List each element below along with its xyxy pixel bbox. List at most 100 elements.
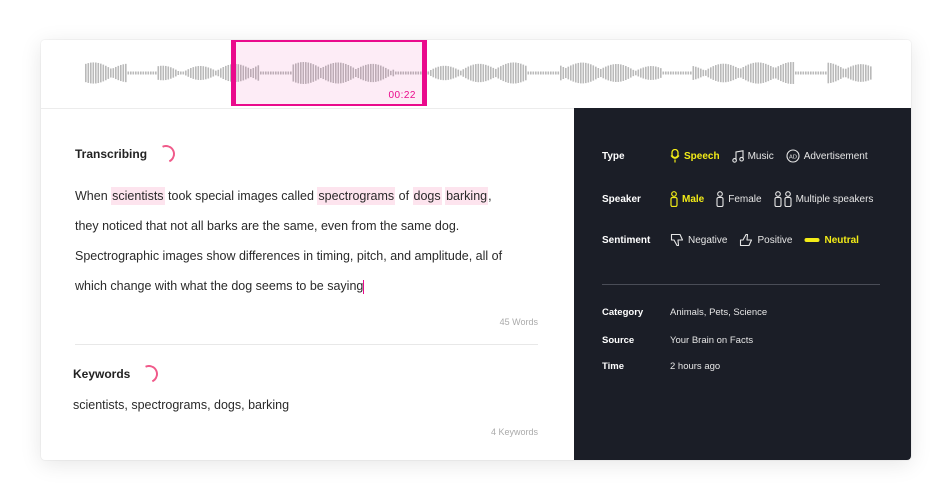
waveform-sample xyxy=(795,71,797,75)
waveform-panel[interactable]: 00:22 xyxy=(41,40,911,109)
waveform-sample xyxy=(525,65,527,81)
waveform-sample xyxy=(685,71,687,75)
waveform-sample xyxy=(847,67,850,79)
waveform-sample xyxy=(740,68,742,78)
waveform-sample xyxy=(585,62,587,84)
sentiment-label: Sentiment xyxy=(602,234,651,246)
type-option-speech[interactable]: Speech xyxy=(670,149,720,163)
waveform-sample xyxy=(165,65,167,81)
waveform-sample xyxy=(455,68,457,78)
waveform-sample xyxy=(170,67,172,79)
source-value: Your Brain on Facts xyxy=(670,335,754,346)
speaker-label: Speaker xyxy=(602,193,641,205)
waveform-sample xyxy=(735,66,737,80)
waveform-sample xyxy=(640,68,642,78)
waveform-sample xyxy=(747,64,750,82)
waveform-sample xyxy=(647,66,650,80)
waveform-sample xyxy=(737,68,740,78)
waveform-sample xyxy=(787,62,790,84)
waveform-sample xyxy=(197,66,200,80)
waveform-sample xyxy=(557,71,560,75)
waveform-sample xyxy=(472,64,475,82)
waveform-sample xyxy=(762,63,765,83)
keyword-highlight[interactable]: barking xyxy=(445,187,489,205)
speaker-option-male[interactable]: Male xyxy=(670,191,704,207)
type-option-music[interactable]: Music xyxy=(731,149,774,163)
waveform-sample xyxy=(450,66,452,80)
transcript-text[interactable]: When scientists took special images call… xyxy=(75,181,535,301)
waveform-sample xyxy=(790,62,792,84)
waveform-sample xyxy=(712,66,715,80)
waveform-sample xyxy=(807,71,810,75)
waveform-sample xyxy=(777,66,780,80)
waveform-sample xyxy=(645,66,647,80)
waveform-sample xyxy=(220,68,222,78)
waveform-sample xyxy=(680,71,682,75)
waveform-sample xyxy=(175,69,177,77)
waveform-sample xyxy=(552,71,555,75)
waveform-graphic[interactable] xyxy=(41,40,911,108)
waveform-sample xyxy=(92,62,95,84)
audio-analysis-card: 00:22 Transcribing When scientists took … xyxy=(41,40,911,460)
keywords-list: scientists, spectrograms, dogs, barking xyxy=(73,398,290,412)
waveform-sample xyxy=(842,68,845,78)
waveform-sample xyxy=(742,67,745,79)
waveform-sample xyxy=(550,71,552,75)
waveform-sample xyxy=(637,69,640,77)
waveform-sample xyxy=(570,65,572,81)
waveform-sample xyxy=(625,65,627,81)
transcript-panel: Transcribing When scientists took specia… xyxy=(41,109,574,460)
thumbs-down-icon xyxy=(670,233,684,247)
waveform-sample xyxy=(800,71,802,75)
waveform-sample xyxy=(755,62,757,84)
waveform-sample xyxy=(780,64,782,82)
waveform-sample xyxy=(157,66,160,80)
sentiment-row: Sentiment Negative Positive Neutral xyxy=(602,233,871,247)
waveform-sample xyxy=(167,66,170,80)
waveform-sample xyxy=(660,68,662,78)
type-option-advertisement[interactable]: AD Advertisement xyxy=(786,149,868,163)
waveform-sample xyxy=(745,65,747,81)
ad-icon: AD xyxy=(786,149,800,163)
waveform-sample xyxy=(615,64,617,82)
waveform-sample xyxy=(855,64,857,82)
waveform-sample xyxy=(725,63,727,83)
keyword-highlight[interactable]: spectrograms xyxy=(317,187,396,205)
microphone-icon xyxy=(670,149,680,163)
waveform-sample xyxy=(125,63,127,83)
keywords-header: Keywords xyxy=(73,362,161,386)
waveform-sample xyxy=(465,67,467,79)
sentiment-option-positive[interactable]: Positive xyxy=(739,233,792,247)
waveform-sample xyxy=(802,71,805,75)
waveform-sample xyxy=(540,71,542,75)
waveform-sample xyxy=(572,64,575,82)
waveform-sample xyxy=(857,64,860,82)
waveform-selection[interactable]: 00:22 xyxy=(231,40,427,106)
waveform-sample xyxy=(155,71,157,75)
waveform-sample xyxy=(607,65,610,81)
waveform-sample xyxy=(437,66,440,80)
waveform-sample xyxy=(225,65,227,81)
waveform-sample xyxy=(532,71,535,75)
keyword-highlight[interactable]: dogs xyxy=(412,187,442,205)
waveform-sample xyxy=(770,65,772,81)
waveform-sample xyxy=(95,62,97,84)
speaker-option-multiple[interactable]: Multiple speakers xyxy=(774,191,873,207)
transcript-segment: took special images called xyxy=(164,189,318,203)
category-value: Animals, Pets, Science xyxy=(670,307,768,318)
keyword-highlight[interactable]: scientists xyxy=(111,187,165,205)
waveform-sample xyxy=(590,64,592,82)
transcript-line: When scientists took special images call… xyxy=(75,181,535,211)
waveform-sample xyxy=(750,63,752,83)
waveform-sample xyxy=(100,63,102,83)
waveform-sample xyxy=(492,67,495,79)
sentiment-option-negative[interactable]: Negative xyxy=(670,233,727,247)
waveform-sample xyxy=(677,71,680,75)
waveform-sample xyxy=(432,68,435,78)
waveform-sample xyxy=(852,65,855,81)
speaker-option-female[interactable]: Female xyxy=(716,191,762,207)
waveform-sample xyxy=(495,68,497,78)
waveform-sample xyxy=(500,66,502,80)
waveform-sample xyxy=(210,68,212,78)
sentiment-option-neutral[interactable]: Neutral xyxy=(804,235,859,246)
